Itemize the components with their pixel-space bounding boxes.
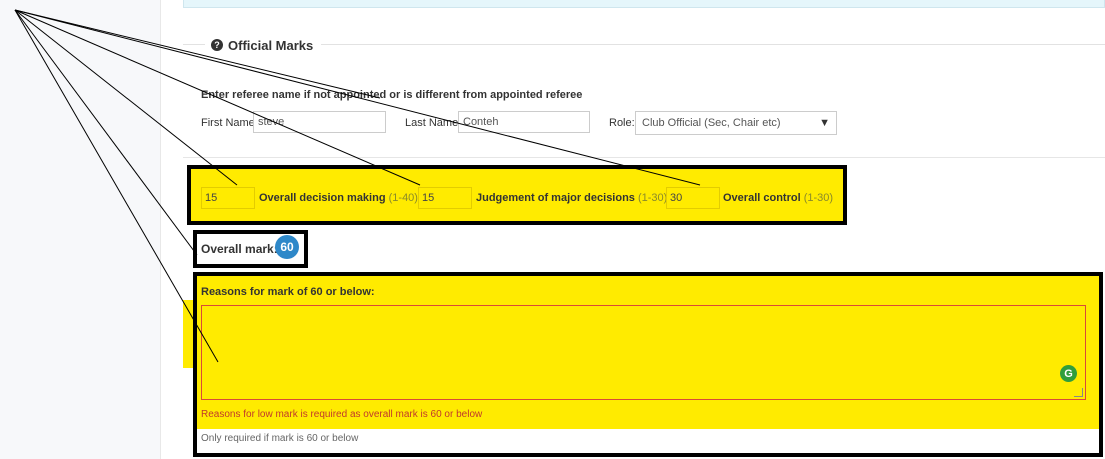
resize-handle-icon[interactable] — [1074, 388, 1083, 397]
fieldset-legend: ? Official Marks — [205, 36, 322, 54]
major-decisions-label: Judgement of major decisions (1-30) — [476, 192, 667, 204]
last-name-label: Last Name: — [405, 117, 462, 129]
overall-control-range: (1-30) — [803, 192, 834, 204]
overall-mark-label: Overall mark: — [201, 242, 278, 256]
referee-instruction: Enter referee name if not appointed or i… — [201, 89, 583, 101]
role-select[interactable]: Club Official (Sec, Chair etc) ▼ — [635, 111, 837, 135]
overall-control-label: Overall control (1-30) — [723, 192, 833, 204]
overall-mark-badge: 60 — [275, 235, 299, 259]
decision-making-label: Overall decision making (1-40) — [259, 192, 418, 204]
reasons-textarea[interactable] — [201, 305, 1086, 400]
left-sidebar — [0, 0, 161, 459]
role-label: Role: — [609, 117, 635, 129]
grammarly-g-icon[interactable]: G — [1060, 365, 1077, 382]
major-decisions-input[interactable] — [418, 187, 472, 209]
fieldset-border — [183, 44, 1105, 45]
major-decisions-range: (1-30) — [637, 192, 668, 204]
question-circle-icon[interactable]: ? — [211, 39, 223, 51]
decision-making-range: (1-40) — [388, 192, 418, 204]
info-banner — [183, 0, 1105, 8]
first-name-input[interactable] — [253, 111, 386, 133]
divider — [183, 157, 1105, 158]
reasons-label: Reasons for mark of 60 or below: — [201, 286, 375, 298]
overall-control-text: Overall control — [723, 192, 801, 204]
last-name-input[interactable] — [458, 111, 590, 133]
first-name-label: First Name: — [201, 117, 258, 129]
decision-making-input[interactable] — [201, 187, 255, 209]
role-select-value: Club Official (Sec, Chair etc) — [642, 117, 781, 129]
chevron-down-icon: ▼ — [819, 117, 830, 129]
decision-making-text: Overall decision making — [259, 192, 386, 204]
major-decisions-text: Judgement of major decisions — [476, 192, 635, 204]
overall-control-input[interactable] — [666, 187, 720, 209]
section-title: Official Marks — [228, 37, 314, 53]
reasons-error-message: Reasons for low mark is required as over… — [201, 409, 483, 420]
reasons-help-text: Only required if mark is 60 or below — [201, 433, 359, 444]
